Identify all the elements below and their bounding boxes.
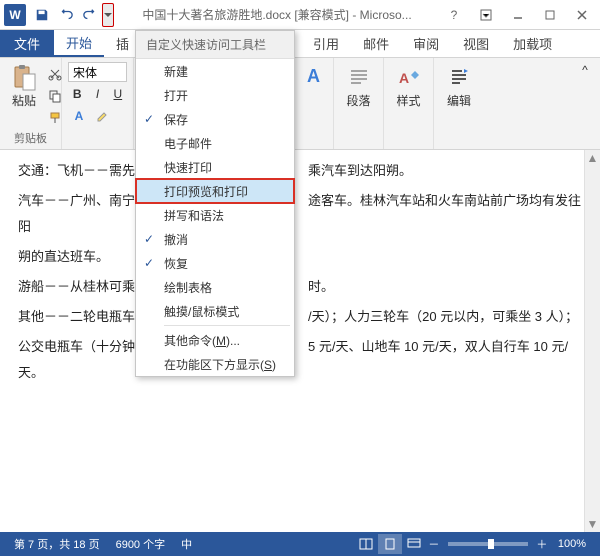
maximize-icon[interactable] [536,3,564,27]
qat-item-more-commands[interactable]: 其他命令(M)... [136,328,294,352]
ribbon-options-icon[interactable] [472,3,500,27]
minimize-icon[interactable] [504,3,532,27]
qat-item-undo[interactable]: ✓撤消 [136,227,294,251]
svg-text:A: A [399,70,409,86]
doc-text: 其他－－二轮电瓶车（ [18,309,148,324]
group-clipboard: 粘贴 剪贴板 [0,58,62,149]
tab-references[interactable]: 引用 [301,30,351,57]
scroll-down-icon[interactable]: ▼ [585,516,600,532]
doc-text: 游船－－从桂林可乘坐 [18,279,148,294]
qat-item-new[interactable]: 新建 [136,59,294,83]
clipboard-group-label: 剪贴板 [4,128,57,148]
qat-item-spelling[interactable]: 拼写和语法 [136,203,294,227]
qat-customize-menu: 自定义快速访问工具栏 新建 打开 ✓保存 电子邮件 快速打印 打印预览和打印 拼… [135,30,295,377]
qat-item-drawtable[interactable]: 绘制表格 [136,275,294,299]
word-app-icon: W [4,4,26,26]
doc-text: 乘汽车到达阳朔。 [308,163,412,178]
document-area[interactable]: 交通：飞机－－需先乘乘汽车到达阳朔。 汽车－－广州、南宁、途客车。桂林汽车站和火… [0,150,600,532]
help-icon[interactable]: ? [440,3,468,27]
tab-view[interactable]: 视图 [451,30,501,57]
styles-label: 样式 [396,92,420,109]
font-style-icon[interactable]: A [307,66,320,87]
paragraph-button[interactable]: 段落 [338,60,379,113]
zoom-slider[interactable] [448,542,528,546]
check-icon: ✓ [144,232,154,246]
doc-text: 朔的直达班车。 [18,249,109,264]
check-icon: ✓ [144,112,154,126]
qat-redo-icon[interactable] [78,3,102,27]
doc-text: 时。 [308,279,334,294]
collapse-ribbon-icon[interactable]: ^ [574,60,596,80]
ribbon: 粘贴 剪贴板 宋体 B I U A [0,58,600,150]
doc-heading: 交通： [18,163,57,178]
window-controls: ? [440,3,600,27]
scroll-up-icon[interactable]: ▲ [585,150,600,166]
doc-text: 公交电瓶车（十分钟一 [18,339,148,354]
tab-review[interactable]: 审阅 [401,30,451,57]
group-styles: A 样式 [384,58,434,149]
underline-button[interactable]: U [109,84,127,104]
doc-text: 汽车－－广州、南宁、 [18,193,148,208]
paste-label: 粘贴 [12,92,36,109]
qat-item-email[interactable]: 电子邮件 [136,131,294,155]
bold-button[interactable]: B [68,84,86,104]
highlight-icon[interactable] [92,106,114,126]
close-icon[interactable] [568,3,596,27]
view-print-icon[interactable] [378,534,402,554]
doc-text: /天）；人力三轮车（20 元以内，可乘坐 3 人）； [308,309,578,324]
zoom-in-button[interactable]: ＋ [534,536,550,552]
paragraph-label: 段落 [346,92,370,109]
zoom-thumb[interactable] [488,539,494,549]
tab-home[interactable]: 开始 [54,30,104,57]
paste-button[interactable]: 粘贴 [4,60,44,113]
qat-customize-dropdown[interactable] [102,3,114,27]
window-title: 中国十大著名旅游胜地.docx [兼容模式] - Microso... [114,6,440,23]
editing-label: 编辑 [447,92,471,109]
title-bar: W 中国十大著名旅游胜地.docx [兼容模式] - Microso... ? [0,0,600,30]
qat-undo-icon[interactable] [54,3,78,27]
quick-access-toolbar: W [0,0,114,29]
qat-menu-header: 自定义快速访问工具栏 [136,31,294,59]
status-wordcount[interactable]: 6900 个字 [108,536,174,552]
qat-item-show-below[interactable]: 在功能区下方显示(S) [136,352,294,376]
document-body[interactable]: 交通：飞机－－需先乘乘汽车到达阳朔。 汽车－－广州、南宁、途客车。桂林汽车站和火… [0,150,600,398]
qat-item-print-preview[interactable]: 打印预览和打印 [136,179,294,203]
view-web-icon[interactable] [402,534,426,554]
check-icon: ✓ [144,256,154,270]
styles-button[interactable]: A 样式 [388,60,429,113]
group-paragraph: 段落 [334,58,384,149]
group-font-style: A [294,58,334,149]
qat-item-quickprint[interactable]: 快速打印 [136,155,294,179]
qat-save-icon[interactable] [30,3,54,27]
qat-item-open[interactable]: 打开 [136,83,294,107]
qat-item-redo[interactable]: ✓恢复 [136,251,294,275]
ribbon-tabs: 文件 开始 插 引用 邮件 审阅 视图 加载项 [0,30,600,58]
italic-button[interactable]: I [88,84,106,104]
vertical-scrollbar[interactable]: ▲ ▼ [584,150,600,532]
font-name-combo[interactable]: 宋体 [68,62,127,82]
status-language[interactable]: 中 [173,536,200,552]
qat-item-save[interactable]: ✓保存 [136,107,294,131]
group-editing: 编辑 [434,58,484,149]
tab-mailings[interactable]: 邮件 [351,30,401,57]
zoom-out-button[interactable]: － [426,536,442,552]
menu-separator [164,325,290,326]
tab-file[interactable]: 文件 [0,30,54,57]
qat-item-touchmode[interactable]: 触摸/鼠标模式 [136,299,294,323]
group-font: 宋体 B I U A [62,58,134,149]
tab-addins[interactable]: 加载项 [501,30,564,57]
text-effects-icon[interactable]: A [68,106,90,126]
editing-button[interactable]: 编辑 [438,60,480,113]
zoom-percent[interactable]: 100% [550,538,594,550]
view-read-icon[interactable] [354,534,378,554]
status-page[interactable]: 第 7 页，共 18 页 [6,536,108,552]
status-bar: 第 7 页，共 18 页 6900 个字 中 － ＋ 100% [0,532,600,556]
